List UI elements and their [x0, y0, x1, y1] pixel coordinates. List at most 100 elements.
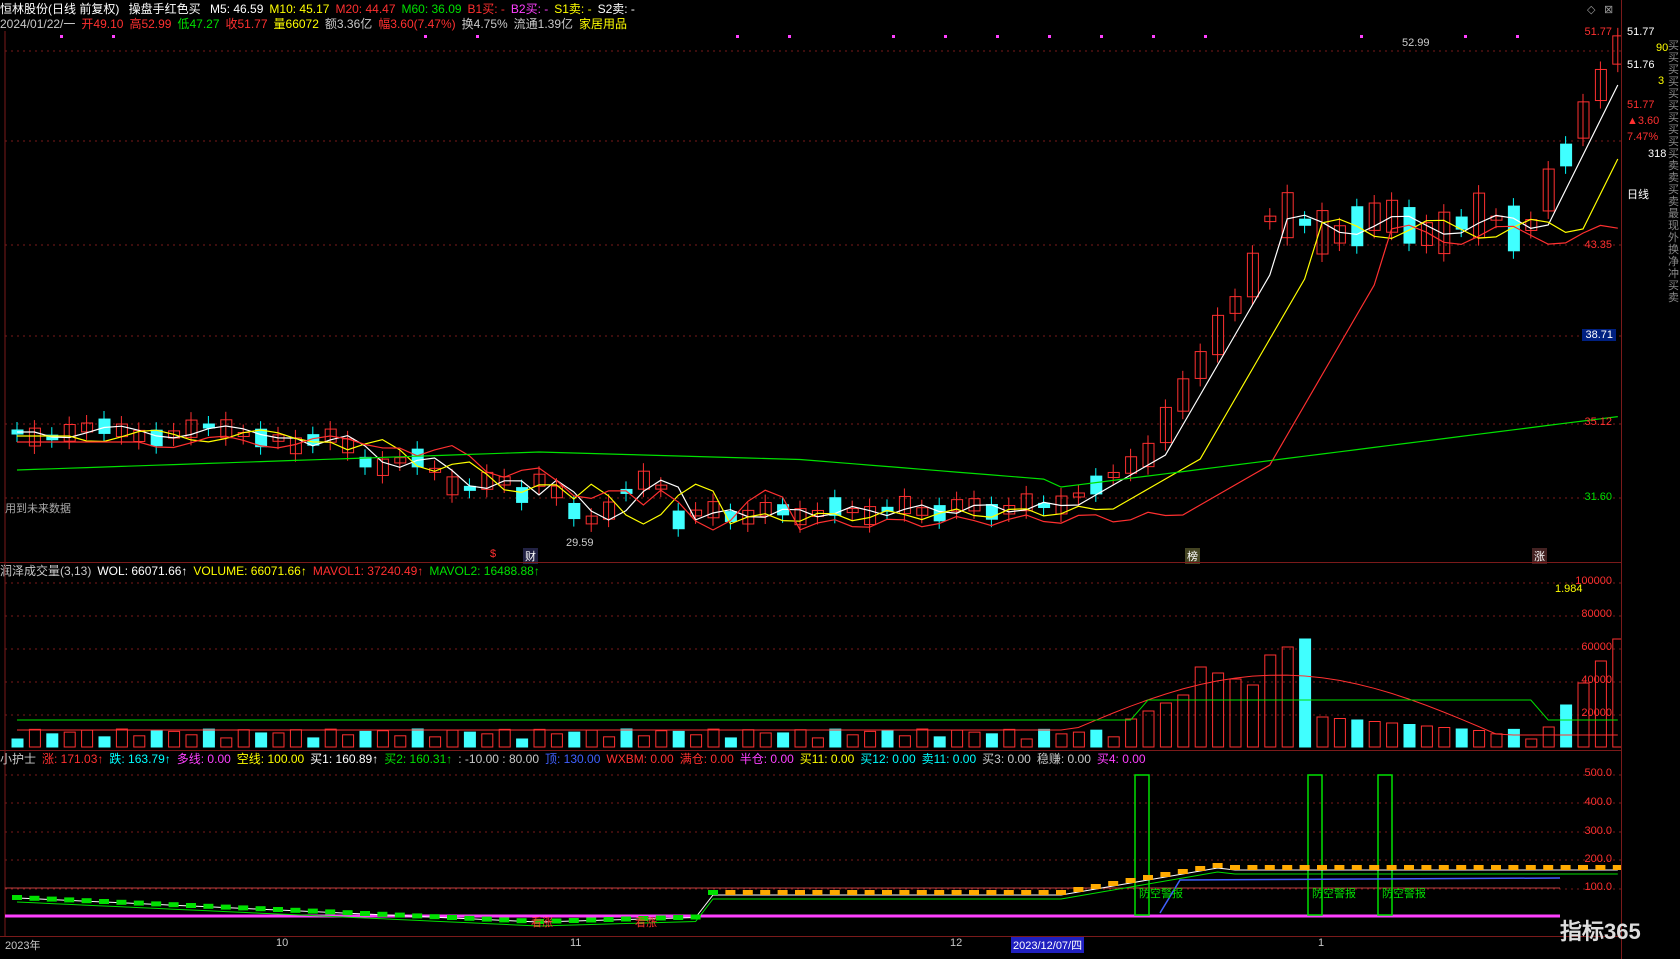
volume-bar	[917, 729, 928, 747]
ind-block	[430, 914, 440, 919]
future-data-note: 用到未来数据	[5, 500, 71, 516]
volume-bar	[1004, 729, 1015, 747]
volume-bar	[812, 738, 823, 747]
ind-block	[1387, 865, 1397, 870]
signal-dot	[944, 35, 947, 38]
ind-block	[1213, 863, 1223, 868]
signal-dot	[1516, 35, 1519, 38]
ind-block	[29, 896, 39, 901]
candle-body	[151, 430, 162, 445]
volume-bar	[1143, 711, 1154, 747]
signal-dot	[60, 35, 63, 38]
marker-s[interactable]: $	[490, 548, 496, 560]
candle-body	[1300, 219, 1311, 225]
ind-block	[725, 890, 735, 895]
date-axis-line	[0, 936, 1621, 937]
ind-axis-label: 500.0	[1584, 767, 1612, 779]
ind-block	[969, 890, 979, 895]
volume-bar	[1456, 729, 1467, 747]
vol-axis-label: 60000	[1581, 641, 1612, 653]
ind-block	[203, 904, 213, 909]
ind-block	[934, 890, 944, 895]
volume-header-item: MAVOL1: 37240.49↑	[313, 564, 424, 578]
signal-dot	[424, 35, 427, 38]
window-restore-icon[interactable]: ◇	[1587, 3, 1595, 16]
indicator-header-item: : -10.00 : 80.00	[458, 752, 539, 766]
ind-block	[1247, 865, 1257, 870]
candle-body	[256, 429, 267, 446]
rp-val2: 3	[1658, 75, 1664, 87]
ind-block	[1282, 865, 1292, 870]
ind-block	[447, 915, 457, 920]
price-axis-label: 31.60	[1584, 491, 1612, 503]
ind-block	[395, 913, 405, 918]
candle-body	[569, 503, 580, 518]
signal-dot	[1048, 35, 1051, 38]
volume-header-item: WOL: 66071.66↑	[97, 564, 187, 578]
signal-dot	[736, 35, 739, 38]
volume-bar	[708, 729, 719, 747]
ind-block	[82, 898, 92, 903]
volume-bar	[778, 733, 789, 747]
volume-bar	[1613, 639, 1621, 747]
rp-val1: 90	[1656, 42, 1668, 54]
candle-body	[673, 511, 684, 529]
ind-block	[656, 916, 666, 921]
ind-block	[812, 890, 822, 895]
volume-bar	[1526, 739, 1537, 747]
volume-bar	[1439, 728, 1450, 748]
rp-volume: 318	[1648, 148, 1666, 160]
indicator-header-item: 半仓: 0.00	[740, 752, 794, 766]
volume-bar	[290, 730, 301, 747]
signal-dot	[476, 35, 479, 38]
ind-block	[1195, 866, 1205, 871]
ind-block	[865, 890, 875, 895]
volume-bar	[830, 729, 841, 747]
volume-ratio: 1.984	[1555, 583, 1583, 595]
volume-bar	[377, 731, 388, 747]
volume-bar	[934, 737, 945, 747]
volume-bar	[169, 731, 180, 747]
volume-bar	[343, 735, 354, 747]
volume-bar	[656, 731, 667, 747]
volume-bar	[1561, 705, 1572, 747]
volume-header-item: VOLUME: 66071.66↑	[193, 564, 306, 578]
ind-block	[830, 890, 840, 895]
ind-block	[1056, 890, 1066, 895]
chart-canvas[interactable]	[0, 0, 1621, 942]
date-label: 11	[570, 937, 581, 949]
ind-block	[47, 897, 57, 902]
volume-bar	[1056, 734, 1067, 747]
ind-block	[64, 897, 74, 902]
volume-bar	[273, 733, 284, 747]
candle-body	[99, 419, 110, 433]
volume-bar	[430, 737, 441, 747]
volume-bar	[151, 731, 162, 747]
ind-block	[760, 890, 770, 895]
ind-block	[1160, 872, 1170, 877]
window-close-icon[interactable]: ⊠	[1604, 3, 1613, 16]
rp-price: 51.77	[1627, 26, 1655, 38]
ind-block	[1039, 890, 1049, 895]
ind-block	[569, 918, 579, 923]
ind-block	[795, 890, 805, 895]
watermark-logo: 指标365	[1560, 914, 1641, 946]
ind-block	[1456, 865, 1466, 870]
volume-bar	[308, 738, 319, 747]
volume-bar	[203, 729, 214, 747]
ind-block	[238, 905, 248, 910]
volume-bar	[986, 734, 997, 747]
ind-block	[482, 917, 492, 922]
ind-block	[778, 890, 788, 895]
date-cursor-label: 2023/12/07/四	[1011, 937, 1084, 953]
ind-block	[1126, 878, 1136, 883]
ind-block	[134, 901, 144, 906]
indicator-header-item: 稳赚: 0.00	[1037, 752, 1091, 766]
signal-dot	[1204, 35, 1207, 38]
volume-bar	[1091, 730, 1102, 747]
ind-block	[882, 890, 892, 895]
low-price-label: 29.59	[566, 537, 594, 549]
volume-bar	[586, 730, 597, 747]
volume-bar	[1317, 717, 1328, 747]
rp-period[interactable]: 日线	[1627, 186, 1649, 202]
